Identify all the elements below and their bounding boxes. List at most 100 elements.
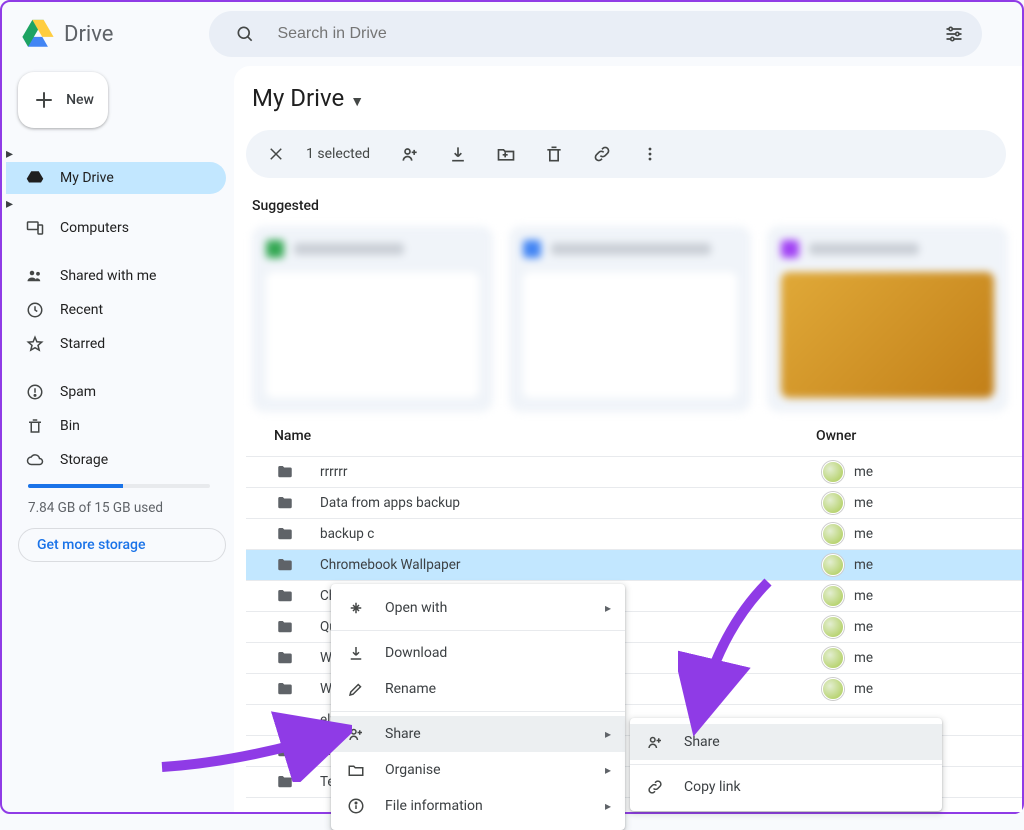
- sidebar-item-shared[interactable]: Shared with me: [6, 260, 226, 292]
- storage-text: 7.84 GB of 15 GB used: [28, 500, 226, 516]
- suggested-heading: Suggested: [252, 198, 1022, 214]
- copy-link-button[interactable]: [582, 134, 622, 174]
- star-icon: [26, 335, 44, 353]
- table-row[interactable]: backup cme: [246, 519, 1022, 550]
- sidebar-item-spam[interactable]: Spam: [6, 376, 226, 408]
- move-button[interactable]: [486, 134, 526, 174]
- table-row[interactable]: Data from apps backupme: [246, 488, 1022, 519]
- folder-icon: [274, 742, 320, 760]
- chevron-right-icon: ▸: [605, 727, 611, 741]
- chevron-down-icon[interactable]: ▼: [350, 93, 364, 110]
- avatar: [822, 523, 844, 545]
- search-options-icon[interactable]: [934, 14, 974, 54]
- expand-icon[interactable]: ▸: [6, 146, 13, 162]
- menu-divider: [331, 630, 625, 631]
- chevron-right-icon: ▸: [605, 601, 611, 615]
- storage-meter: [28, 484, 210, 488]
- menu-item-rename[interactable]: Rename: [331, 671, 625, 707]
- more-actions-button[interactable]: [630, 134, 670, 174]
- column-owner[interactable]: Owner: [816, 428, 1016, 444]
- delete-button[interactable]: [534, 134, 574, 174]
- avatar: [822, 585, 844, 607]
- sidebar-item-starred[interactable]: Starred: [6, 328, 226, 360]
- search-bar[interactable]: [209, 11, 982, 57]
- sidebar-item-label: Starred: [60, 336, 105, 352]
- sidebar-item-my-drive[interactable]: My Drive: [6, 162, 226, 194]
- chevron-right-icon: ▸: [605, 763, 611, 777]
- avatar: [822, 554, 844, 576]
- context-menu: Open with▸DownloadRenameShare▸Organise▸F…: [331, 584, 625, 830]
- sidebar-item-computers[interactable]: Computers: [6, 212, 226, 244]
- suggested-card[interactable]: [767, 226, 1008, 412]
- file-owner: me: [822, 523, 1022, 545]
- selection-count: 1 selected: [306, 146, 370, 162]
- sidebar-item-bin[interactable]: Bin: [6, 410, 226, 442]
- menu-item-download[interactable]: Download: [331, 635, 625, 671]
- menu-item-organise[interactable]: Organise ▸: [331, 752, 625, 788]
- open-with-icon: [347, 599, 367, 617]
- menu-item-label: Share: [684, 734, 720, 750]
- download-icon: [347, 644, 367, 662]
- download-button[interactable]: [438, 134, 478, 174]
- file-owner: me: [822, 585, 1022, 607]
- chevron-right-icon: ▸: [605, 799, 611, 813]
- suggested-card[interactable]: [509, 226, 750, 412]
- search-input[interactable]: [265, 25, 934, 43]
- rename-icon: [347, 680, 367, 698]
- new-button-label: New: [66, 92, 94, 108]
- search-icon[interactable]: [225, 14, 265, 54]
- clock-icon: [26, 301, 44, 319]
- sidebar-item-label: Spam: [60, 384, 96, 400]
- share-icon: [646, 733, 666, 751]
- menu-item-label: Download: [385, 645, 447, 661]
- menu-item-open-with[interactable]: Open with▸: [331, 590, 625, 626]
- sidebar-item-label: My Drive: [60, 170, 114, 186]
- clear-selection-button[interactable]: [256, 134, 296, 174]
- sidebar-item-label: Computers: [60, 220, 129, 236]
- sidebar-item-recent[interactable]: Recent: [6, 294, 226, 326]
- menu-item-share[interactable]: Share▸: [331, 716, 625, 752]
- people-icon: [26, 267, 44, 285]
- sidebar-item-label: Recent: [60, 302, 103, 318]
- menu-item-info[interactable]: File information▸: [331, 788, 625, 824]
- folder-icon: [274, 587, 320, 605]
- spam-icon: [26, 383, 44, 401]
- folder-icon: [274, 463, 320, 481]
- file-owner: me: [822, 616, 1022, 638]
- page-title: My Drive: [252, 84, 344, 112]
- suggested-row: [246, 226, 1022, 412]
- avatar: [822, 492, 844, 514]
- menu-item-share[interactable]: Share: [630, 724, 942, 760]
- table-row[interactable]: rrrrrrme: [246, 457, 1022, 488]
- table-row[interactable]: Chromebook Wallpaperme: [246, 550, 1022, 581]
- context-submenu: Share Copy link: [630, 718, 942, 811]
- sidebar-item-label: Storage: [60, 452, 108, 468]
- menu-item-label: Organise: [385, 762, 441, 778]
- organise-icon: [347, 761, 367, 779]
- menu-divider: [630, 764, 942, 765]
- folder-icon: [274, 556, 320, 574]
- file-owner: me: [822, 461, 1022, 483]
- sidebar-item-storage[interactable]: Storage: [6, 444, 226, 476]
- file-owner: me: [822, 492, 1022, 514]
- suggested-card[interactable]: [252, 226, 493, 412]
- file-name: backup c: [320, 526, 822, 542]
- selection-toolbar: 1 selected: [246, 130, 1006, 178]
- breadcrumb[interactable]: My Drive ▼: [246, 84, 1022, 112]
- sidebar-item-label: Shared with me: [60, 268, 156, 284]
- folder-icon: [274, 494, 320, 512]
- folder-icon: [274, 618, 320, 636]
- folder-icon: [274, 525, 320, 543]
- new-button[interactable]: New: [18, 72, 108, 128]
- get-more-storage-button[interactable]: Get more storage: [18, 528, 226, 562]
- expand-icon[interactable]: ▸: [6, 196, 13, 212]
- app-header: Drive: [2, 2, 1022, 66]
- drive-logo-icon[interactable]: [18, 14, 58, 54]
- column-name[interactable]: Name: [274, 428, 816, 444]
- share-button[interactable]: [390, 134, 430, 174]
- avatar: [822, 616, 844, 638]
- bin-icon: [26, 417, 44, 435]
- file-name: Chromebook Wallpaper: [320, 557, 822, 573]
- cloud-icon: [26, 451, 44, 469]
- menu-item-link[interactable]: Copy link: [630, 769, 942, 805]
